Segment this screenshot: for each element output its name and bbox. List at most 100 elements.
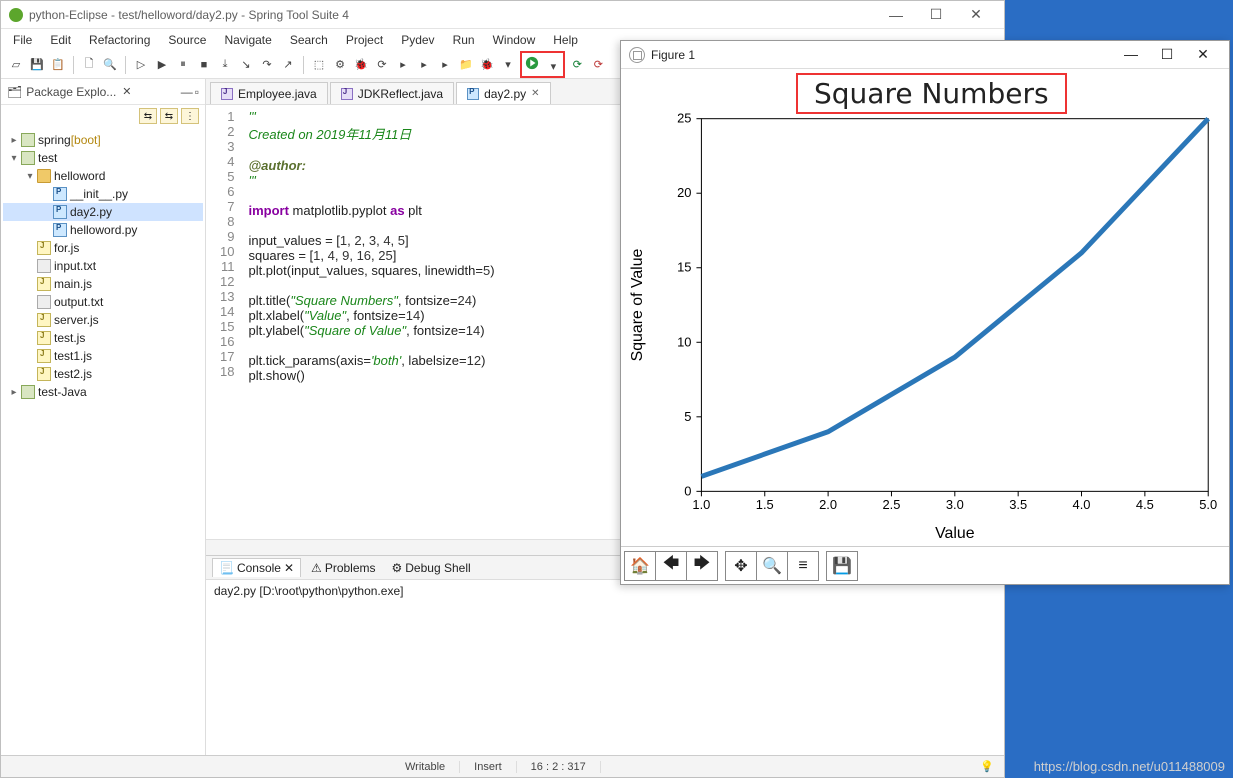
back-button[interactable]: 🡄: [655, 551, 687, 581]
menu-project[interactable]: Project: [338, 31, 391, 49]
run-button[interactable]: [523, 54, 541, 72]
view-menu-button[interactable]: ⋮: [181, 108, 199, 124]
new-button[interactable]: ▱: [7, 56, 25, 74]
relaunch-button[interactable]: ⟳: [568, 56, 586, 74]
minimize-button[interactable]: —: [876, 2, 916, 28]
menu-refactoring[interactable]: Refactoring: [81, 31, 158, 49]
statusbar: Writable Insert 16 : 2 : 317 💡: [1, 755, 1004, 777]
down-button[interactable]: ▾: [499, 56, 517, 74]
editor-tab[interactable]: Employee.java: [210, 82, 328, 104]
console-tab[interactable]: 📃 Console ✕: [212, 558, 301, 577]
view-close-button[interactable]: ✕: [122, 85, 131, 98]
figure-toolbar: 🏠 🡄 🡆 ✥ 🔍 ≡ 💾: [621, 546, 1229, 584]
svg-text:5: 5: [684, 409, 691, 424]
search-button[interactable]: 🔍: [101, 56, 119, 74]
step-over-button[interactable]: ↷: [258, 56, 276, 74]
editor-tab[interactable]: JDKReflect.java: [330, 82, 454, 104]
bug-button[interactable]: 🐞: [478, 56, 496, 74]
ext-button[interactable]: ⟳: [589, 56, 607, 74]
svg-text:1.5: 1.5: [756, 497, 774, 512]
svg-text:2.0: 2.0: [819, 497, 837, 512]
pan-button[interactable]: ✥: [725, 551, 757, 581]
debug-shell-tab[interactable]: ⚙ Debug Shell: [386, 559, 477, 577]
tree-item[interactable]: ▾test: [3, 149, 203, 167]
skip-button[interactable]: ▷: [132, 56, 150, 74]
menu-file[interactable]: File: [5, 31, 40, 49]
tree-item[interactable]: input.txt: [3, 257, 203, 275]
status-insert: Insert: [460, 761, 517, 773]
menu-pydev[interactable]: Pydev: [393, 31, 442, 49]
chart-svg: 1.01.52.02.53.03.54.04.55.00510152025Val…: [621, 69, 1229, 546]
menu-run[interactable]: Run: [445, 31, 483, 49]
run-dropdown-button[interactable]: ▾: [544, 57, 562, 75]
step-into-button[interactable]: ↘: [237, 56, 255, 74]
tree-item[interactable]: test1.js: [3, 347, 203, 365]
link-editor-button[interactable]: ⇆: [160, 108, 178, 124]
forward-button[interactable]: 🡆: [686, 551, 718, 581]
tree-item[interactable]: ▾helloword: [3, 167, 203, 185]
tree-item[interactable]: helloword.py: [3, 221, 203, 239]
save-button[interactable]: 💾: [28, 56, 46, 74]
fig-maximize-button[interactable]: ☐: [1149, 46, 1185, 63]
svg-text:15: 15: [677, 260, 691, 275]
tree-item[interactable]: __init__.py: [3, 185, 203, 203]
zoom-button[interactable]: 🔍: [756, 551, 788, 581]
tree-item[interactable]: test2.js: [3, 365, 203, 383]
view-minimize-button[interactable]: —: [181, 85, 193, 99]
problems-tab[interactable]: ⚠ Problems: [305, 559, 381, 577]
tree-item[interactable]: output.txt: [3, 293, 203, 311]
tree-item[interactable]: ▸spring [boot]: [3, 131, 203, 149]
misc2-button[interactable]: ⚙: [331, 56, 349, 74]
figure-window: Figure 1 — ☐ ✕ Square Numbers 1.01.52.02…: [620, 40, 1230, 585]
pause-button[interactable]: ⏸: [174, 56, 192, 74]
collapse-all-button[interactable]: ⇆: [139, 108, 157, 124]
misc5-button[interactable]: ▸: [415, 56, 433, 74]
tree-item[interactable]: test.js: [3, 329, 203, 347]
menu-search[interactable]: Search: [282, 31, 336, 49]
home-button[interactable]: 🏠: [624, 551, 656, 581]
editor-tab[interactable]: day2.py✕: [456, 82, 550, 104]
menu-navigate[interactable]: Navigate: [216, 31, 279, 49]
save-all-button[interactable]: 📋: [49, 56, 67, 74]
folder-icon: 🗂: [7, 85, 22, 99]
misc1-button[interactable]: ⬚: [310, 56, 328, 74]
fig-minimize-button[interactable]: —: [1113, 46, 1149, 63]
maximize-button[interactable]: ☐: [916, 2, 956, 28]
step-return-button[interactable]: ↗: [279, 56, 297, 74]
close-button[interactable]: ✕: [956, 2, 996, 28]
svg-text:20: 20: [677, 185, 691, 200]
window-title: python-Eclipse - test/helloword/day2.py …: [29, 8, 349, 22]
svg-text:25: 25: [677, 111, 691, 126]
fig-close-button[interactable]: ✕: [1185, 46, 1221, 63]
figure-titlebar: Figure 1 — ☐ ✕: [621, 41, 1229, 69]
menu-help[interactable]: Help: [545, 31, 586, 49]
console-output[interactable]: day2.py [D:\root\python\python.exe]: [206, 580, 1004, 755]
code-content[interactable]: ''' Created on 2019年11月11日 @author: ''' …: [242, 105, 500, 539]
misc3-button[interactable]: ⟳: [373, 56, 391, 74]
debug-launch-button[interactable]: 🐞: [352, 56, 370, 74]
package-tree[interactable]: ▸spring [boot]▾test▾helloword__init__.py…: [1, 127, 205, 755]
savefig-button[interactable]: 💾: [826, 551, 858, 581]
tree-item[interactable]: day2.py: [3, 203, 203, 221]
subplots-button[interactable]: ≡: [787, 551, 819, 581]
tree-item[interactable]: server.js: [3, 311, 203, 329]
view-maximize-button[interactable]: ▫: [195, 85, 199, 99]
menu-window[interactable]: Window: [485, 31, 544, 49]
titlebar: python-Eclipse - test/helloword/day2.py …: [1, 1, 1004, 29]
package-explorer-header: 🗂 Package Explo... ✕ — ▫: [1, 79, 205, 105]
misc4-button[interactable]: ▸: [394, 56, 412, 74]
disconnect-button[interactable]: ⤓: [216, 56, 234, 74]
open-type-button[interactable]: 🗋: [80, 56, 98, 74]
tree-item[interactable]: main.js: [3, 275, 203, 293]
tree-item[interactable]: for.js: [3, 239, 203, 257]
tips-icon[interactable]: 💡: [970, 760, 1004, 773]
svg-text:0: 0: [684, 483, 691, 498]
package-explorer-view: 🗂 Package Explo... ✕ — ▫ ⇆ ⇆ ⋮ ▸spring […: [1, 79, 206, 755]
package-button[interactable]: 📁: [457, 56, 475, 74]
stop-button[interactable]: ■: [195, 56, 213, 74]
tree-item[interactable]: ▸test-Java: [3, 383, 203, 401]
menu-source[interactable]: Source: [160, 31, 214, 49]
menu-edit[interactable]: Edit: [42, 31, 79, 49]
resume-button[interactable]: ▶: [153, 56, 171, 74]
misc6-button[interactable]: ▸: [436, 56, 454, 74]
